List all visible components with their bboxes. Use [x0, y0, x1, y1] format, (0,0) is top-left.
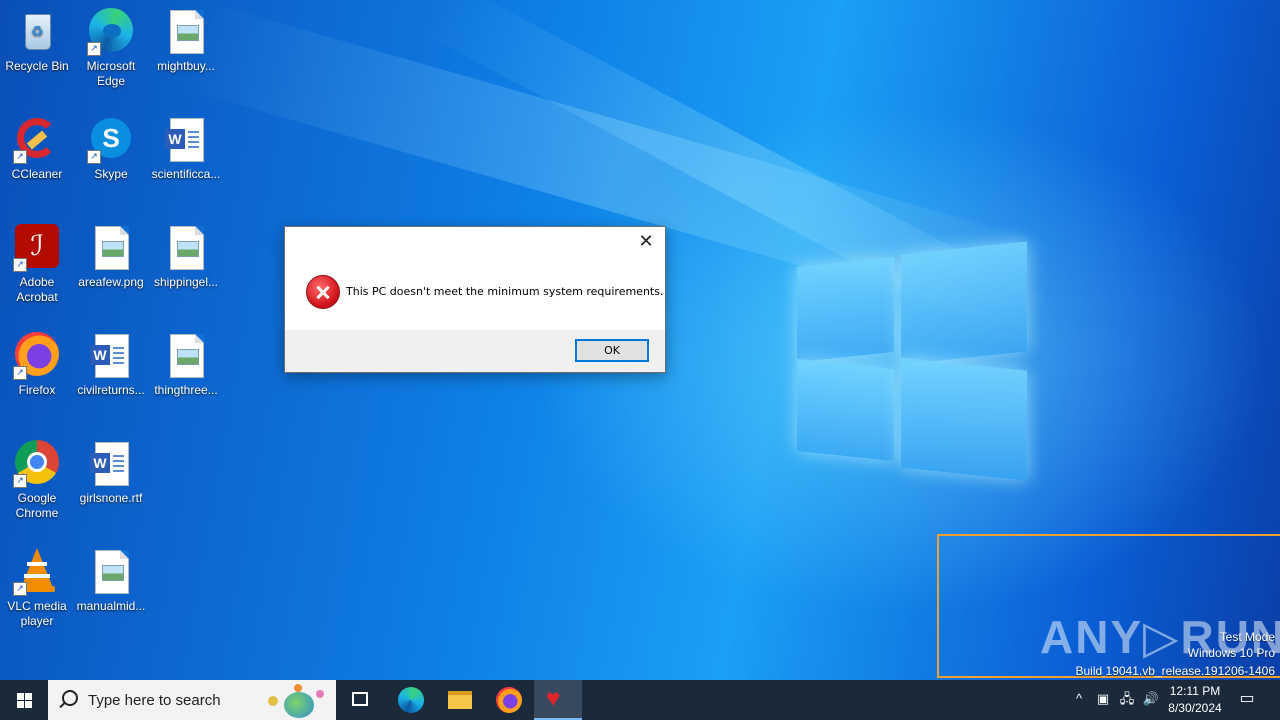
- windows-edition-text: Windows 10 Pro: [1187, 646, 1275, 660]
- desktop-icon-scientificca[interactable]: W scientificca...: [149, 116, 223, 182]
- edge-icon: [398, 687, 424, 713]
- icon-label: Google Chrome: [15, 491, 59, 520]
- desktop-icon-adobe-acrobat[interactable]: ℐ ↗ Adobe Acrobat: [0, 224, 74, 305]
- icon-label: shippingel...: [153, 275, 219, 289]
- build-text: Build 19041.vb_release.191206-1406: [1075, 664, 1276, 678]
- shortcut-arrow-icon: ↗: [13, 150, 27, 164]
- desktop-icon-mightbuy[interactable]: mightbuy...: [149, 8, 223, 74]
- shortcut-arrow-icon: ↗: [87, 150, 101, 164]
- icon-label: Microsoft Edge: [86, 59, 136, 88]
- close-button[interactable]: ✕: [635, 231, 657, 251]
- icon-label: mightbuy...: [157, 59, 215, 73]
- network-icon[interactable]: 🖧: [1118, 690, 1136, 708]
- desktop-icon-microsoft-edge[interactable]: ↗ Microsoft Edge: [74, 8, 148, 89]
- image-file-icon: [162, 8, 210, 56]
- chevron-up-icon[interactable]: ^: [1070, 690, 1088, 708]
- error-dialog: ✕ This PC doesn't meet the minimum syste…: [284, 226, 666, 373]
- desktop-icon-areafew[interactable]: areafew.png: [74, 224, 148, 290]
- clock-date: 8/30/2024: [1168, 701, 1222, 715]
- desktop-icon-firefox[interactable]: ↗ Firefox: [0, 332, 74, 398]
- word-doc-icon: W: [87, 332, 135, 380]
- image-file-icon: [87, 548, 135, 596]
- image-file-icon: [87, 224, 135, 272]
- heart-app-icon: ♥: [546, 685, 561, 712]
- icon-label: thingthree...: [154, 383, 218, 397]
- icon-label: areafew.png: [78, 275, 144, 289]
- icon-label: scientificca...: [151, 167, 221, 181]
- desktop-icon-civilreturns[interactable]: W civilreturns...: [74, 332, 148, 398]
- icon-label: girlsnone.rtf: [79, 491, 143, 505]
- task-view-icon: [352, 692, 368, 706]
- desktop-icon-manualmid[interactable]: manualmid...: [74, 548, 148, 614]
- clock-time: 12:11 PM: [1169, 684, 1221, 698]
- icon-label: civilreturns...: [77, 383, 145, 397]
- notification-icon[interactable]: ▭: [1238, 690, 1256, 708]
- search-box[interactable]: Type here to search: [48, 680, 336, 720]
- taskbar-firefox[interactable]: [484, 680, 532, 720]
- shortcut-arrow-icon: ↗: [13, 474, 27, 488]
- firefox-icon: [496, 687, 522, 713]
- volume-icon[interactable]: 🔊: [1142, 690, 1160, 708]
- vlc-icon: ↗: [13, 548, 61, 596]
- edge-icon: ↗: [87, 8, 135, 56]
- clock[interactable]: 12:11 PM 8/30/2024: [1160, 683, 1230, 717]
- word-doc-icon: W: [162, 116, 210, 164]
- dialog-message: This PC doesn't meet the minimum system …: [346, 285, 664, 298]
- desktop: ♻ Recycle Bin ↗ CCleaner ℐ ↗ Adobe Acrob…: [0, 0, 1280, 680]
- task-view-button[interactable]: [336, 680, 384, 720]
- icon-label: Adobe Acrobat: [16, 275, 58, 304]
- taskbar-edge[interactable]: [386, 680, 434, 720]
- desktop-icon-shippingel[interactable]: shippingel...: [149, 224, 223, 290]
- search-highlight-icon: [266, 684, 330, 718]
- icon-label: manualmid...: [76, 599, 146, 613]
- shortcut-arrow-icon: ↗: [13, 582, 27, 596]
- search-icon: [62, 690, 78, 706]
- icon-label: CCleaner: [11, 167, 63, 181]
- taskbar: Type here to search ♥ ^ ▣ 🖧 🔊 12:11 PM 8…: [0, 680, 1280, 720]
- shortcut-arrow-icon: ↗: [13, 366, 27, 380]
- chrome-icon: ↗: [13, 440, 61, 488]
- search-placeholder: Type here to search: [88, 692, 221, 709]
- shortcut-arrow-icon: ↗: [87, 42, 101, 56]
- icon-label: Firefox: [18, 383, 56, 397]
- desktop-icon-google-chrome[interactable]: ↗ Google Chrome: [0, 440, 74, 521]
- desktop-icon-vlc[interactable]: ↗ VLC media player: [0, 548, 74, 629]
- start-button[interactable]: [0, 680, 48, 720]
- icon-label: Recycle Bin: [5, 59, 69, 73]
- error-icon: [306, 275, 340, 309]
- image-file-icon: [162, 332, 210, 380]
- ccleaner-icon: ↗: [13, 116, 61, 164]
- icon-label: Skype: [94, 167, 128, 181]
- icon-label: VLC media player: [7, 599, 67, 628]
- firefox-icon: ↗: [13, 332, 61, 380]
- recycle-bin-icon: ♻: [13, 8, 61, 56]
- shortcut-arrow-icon: ↗: [13, 258, 27, 272]
- taskbar-file-explorer[interactable]: [435, 680, 483, 720]
- taskbar-active-app[interactable]: ♥: [534, 680, 582, 720]
- word-doc-icon: W: [87, 440, 135, 488]
- desktop-icon-skype[interactable]: S ↗ Skype: [74, 116, 148, 182]
- desktop-icon-girlsnone[interactable]: W girlsnone.rtf: [74, 440, 148, 506]
- desktop-icon-thingthree[interactable]: thingthree...: [149, 332, 223, 398]
- skype-icon: S ↗: [87, 116, 135, 164]
- test-mode-text: Test Mode: [1219, 630, 1275, 644]
- desktop-icon-ccleaner[interactable]: ↗ CCleaner: [0, 116, 74, 182]
- desktop-icon-recycle-bin[interactable]: ♻ Recycle Bin: [0, 8, 74, 74]
- acrobat-icon: ℐ ↗: [13, 224, 61, 272]
- image-file-icon: [162, 224, 210, 272]
- device-icon[interactable]: ▣: [1094, 690, 1112, 708]
- file-explorer-icon: [448, 691, 472, 709]
- ok-button[interactable]: OK: [575, 339, 649, 362]
